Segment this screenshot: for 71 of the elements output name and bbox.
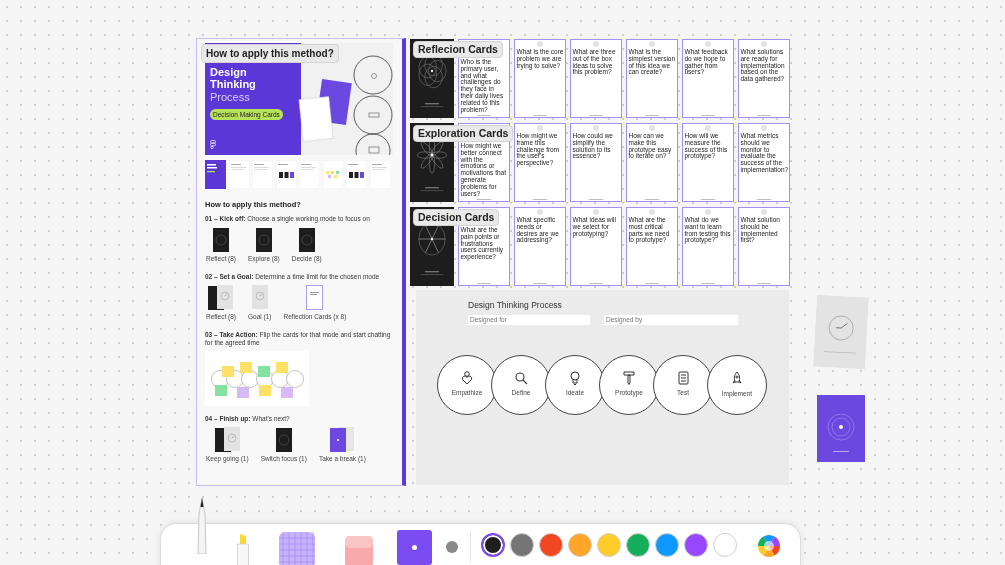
color-swatch[interactable] <box>481 533 505 557</box>
page-thumbnail[interactable] <box>205 160 226 189</box>
card-stack-drawing <box>275 427 292 453</box>
card-footer-line <box>757 115 771 116</box>
card-logo-icon <box>537 41 543 47</box>
card-footer-line <box>757 199 771 200</box>
rocket-icon <box>732 370 742 386</box>
card-stack-drawing <box>330 427 355 453</box>
stroke-size-option[interactable] <box>446 541 458 553</box>
card-logo-icon <box>705 125 711 131</box>
card-logo-icon <box>593 41 599 47</box>
board-title: Design Thinking Process <box>468 299 563 312</box>
card-footer-line <box>477 115 491 116</box>
card-footer-line <box>645 115 659 116</box>
card-stack-drawing <box>208 285 234 311</box>
orbit-card-drawing <box>817 395 865 462</box>
card-footer-line <box>701 199 715 200</box>
card-footer-line <box>589 199 603 200</box>
card-footer-line <box>589 115 603 116</box>
card-footer-line <box>645 283 659 284</box>
card-stack-drawing <box>298 227 315 253</box>
card-logo-icon <box>649 41 655 47</box>
card-logo-icon <box>761 209 767 215</box>
page-thumbnail[interactable] <box>252 160 273 189</box>
deck-label: Reflecion Cards <box>413 41 503 58</box>
person-heart-icon <box>461 371 473 386</box>
stroke-size-option[interactable] <box>397 529 432 565</box>
page-thumbnail[interactable] <box>275 160 297 189</box>
page-thumbnail[interactable] <box>322 160 344 189</box>
card-stack-drawing <box>255 227 272 253</box>
card-stack-drawing <box>306 285 324 311</box>
hero-subtitle: Process <box>210 92 251 104</box>
card-logo-icon <box>593 209 599 215</box>
pen-tool[interactable] <box>197 498 207 554</box>
hero-title: Design Thinking <box>210 67 257 91</box>
card-stack-drawing <box>213 227 229 253</box>
card-footer-line <box>533 199 547 200</box>
card-footer-line <box>533 115 547 116</box>
card-logo-icon <box>649 209 655 215</box>
card-footer-line <box>589 283 603 284</box>
card-logo-icon <box>705 41 711 47</box>
lightbulb-icon <box>570 371 580 386</box>
deck-label: Decision Cards <box>413 209 500 226</box>
card-stack-drawing <box>214 427 240 453</box>
card-footer-line <box>477 283 491 284</box>
card-logo-icon <box>705 209 711 215</box>
checklist-icon <box>677 371 689 386</box>
card-logo-icon <box>537 125 543 131</box>
hammer-icon <box>623 371 635 386</box>
eraser-icon <box>345 536 373 565</box>
color-wheel-icon[interactable] <box>757 534 781 558</box>
card-footer-line <box>701 283 715 284</box>
card-logo-icon <box>593 125 599 131</box>
page-thumbnail[interactable] <box>299 160 320 189</box>
card-footer-line <box>533 283 547 284</box>
card-logo-icon <box>761 41 767 47</box>
card-logo-icon <box>537 209 543 215</box>
card-logo-icon <box>761 125 767 131</box>
card-stack-drawing <box>251 285 268 311</box>
search-icon <box>514 371 528 385</box>
page-thumbnail[interactable] <box>346 160 367 189</box>
page-thumbnail[interactable] <box>228 160 250 189</box>
card-footer-line <box>757 283 771 284</box>
section-label: How to apply this method? <box>201 44 339 63</box>
card-footer-line <box>701 115 715 116</box>
tape-icon <box>279 532 315 565</box>
deck-label: Exploration Cards <box>413 125 514 142</box>
card-footer-line <box>645 199 659 200</box>
page-thumbnail[interactable] <box>369 160 391 189</box>
card-logo-icon <box>649 125 655 131</box>
card-footer-line <box>477 199 491 200</box>
